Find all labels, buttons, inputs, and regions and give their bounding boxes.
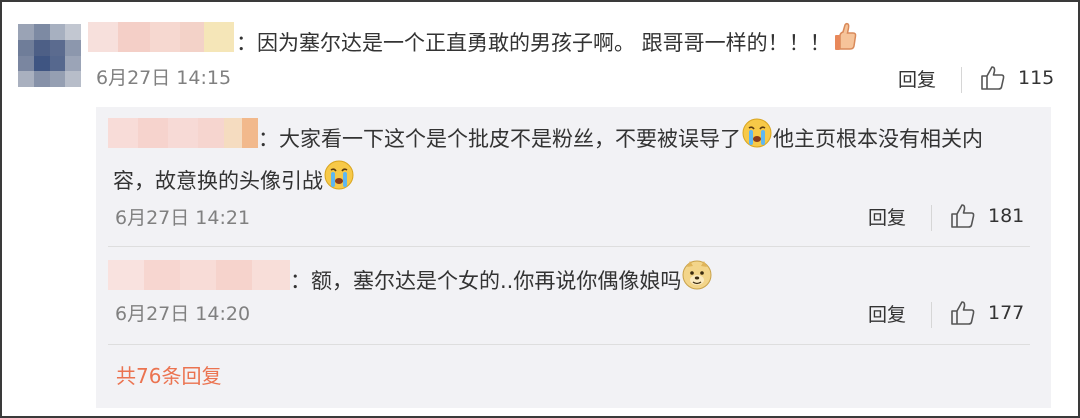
like-button[interactable]: 177 <box>950 300 1024 326</box>
like-icon <box>980 65 1006 91</box>
reply-username-blurred[interactable] <box>108 118 258 148</box>
crying-face-icon <box>323 159 355 199</box>
doge-icon <box>681 259 713 299</box>
comment-text-body: ：因为塞尔达是一个正直勇敢的男孩子啊。 跟哥哥一样的！！！ <box>236 31 831 55</box>
action-separator <box>931 302 932 328</box>
reply-divider <box>108 246 1030 247</box>
like-button[interactable]: 115 <box>980 65 1054 91</box>
reply-username-blurred[interactable] <box>108 260 290 290</box>
like-icon <box>950 300 976 326</box>
like-button[interactable]: 181 <box>950 203 1024 229</box>
reply-button[interactable]: 回复 <box>868 206 906 230</box>
reply-text: ：额，塞尔达是个女的..你再说你偶像娘吗 <box>290 259 713 302</box>
comment-time: 6月27日 14:15 <box>96 67 232 89</box>
like-count: 181 <box>988 205 1025 227</box>
username-blurred[interactable] <box>88 22 234 52</box>
reply-divider <box>108 344 1030 345</box>
view-all-replies-link[interactable]: 共76条回复 <box>116 363 221 389</box>
reply-time: 6月27日 14:21 <box>115 207 251 229</box>
reply-time: 6月27日 14:20 <box>115 303 251 325</box>
action-separator <box>961 67 962 93</box>
reply-text-a: ：大家看一下这个是个批皮不是粉丝，不要被误导了 <box>258 127 741 151</box>
comment-text: ：因为塞尔达是一个正直勇敢的男孩子啊。 跟哥哥一样的！！！ <box>236 22 859 63</box>
like-count: 177 <box>988 302 1025 324</box>
reply-text-b: 他主页根本没有相关内 <box>773 127 983 151</box>
reply-text-body: ：额，塞尔达是个女的..你再说你偶像娘吗 <box>290 269 682 293</box>
action-separator <box>931 205 932 231</box>
thumbs-up-hand-icon <box>831 22 859 60</box>
crying-face-icon <box>741 117 773 157</box>
reply-button[interactable]: 回复 <box>898 68 936 92</box>
like-icon <box>950 203 976 229</box>
reply-text-line-2: 容，故意换的头像引战 <box>113 159 355 202</box>
reply-text-line-1: ：大家看一下这个是个批皮不是粉丝，不要被误导了 他主页根本没有相关内 <box>258 117 983 160</box>
like-count: 115 <box>1018 67 1055 89</box>
reply-button[interactable]: 回复 <box>868 303 906 327</box>
reply-text-c: 容，故意换的头像引战 <box>113 169 323 193</box>
avatar[interactable] <box>18 24 81 87</box>
